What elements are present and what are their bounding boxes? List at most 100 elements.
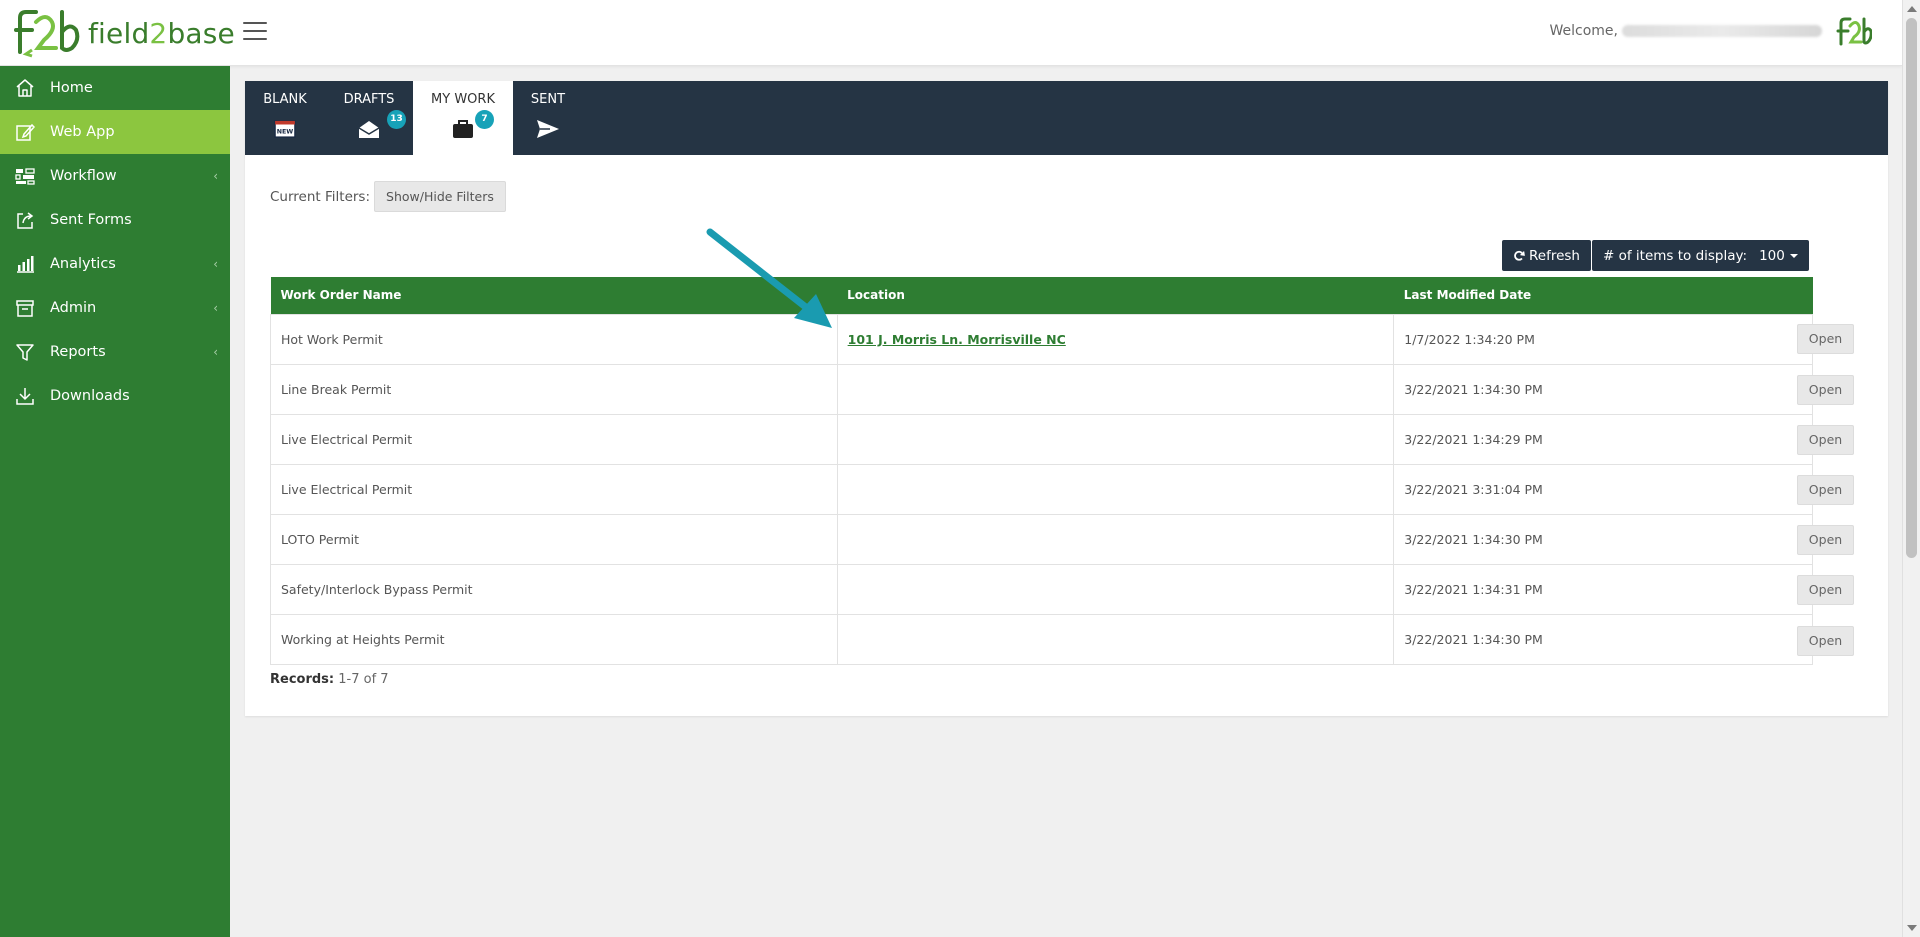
table-row[interactable]: Live Electrical Permit 3/22/2021 1:34:29… <box>270 413 1813 465</box>
f2b-logo-icon <box>14 10 80 58</box>
open-button[interactable]: Open <box>1797 525 1854 555</box>
hamburger-menu-icon[interactable] <box>243 22 267 42</box>
work-order-name-cell: LOTO Permit <box>270 513 838 565</box>
location-cell <box>836 363 1395 415</box>
open-button[interactable]: Open <box>1797 425 1854 455</box>
refresh-button[interactable]: Refresh <box>1502 240 1591 271</box>
sidebar-item-label: Web App <box>50 124 115 140</box>
f2b-mini-logo-icon[interactable] <box>1836 16 1872 48</box>
records-label: Records: <box>270 672 335 687</box>
sidebar-item-label: Admin <box>50 300 97 316</box>
edit-icon <box>14 121 36 143</box>
sidebar-item-admin[interactable]: Admin ‹ <box>0 286 230 330</box>
items-to-display-value: 100 <box>1759 247 1785 264</box>
sidebar-item-reports[interactable]: Reports ‹ <box>0 330 230 374</box>
sidebar: Home Web App Workflow ‹ Sent Forms Analy… <box>0 66 230 937</box>
table-row[interactable]: Safety/Interlock Bypass Permit 3/22/2021… <box>270 563 1813 615</box>
chevron-left-icon: ‹ <box>213 169 218 183</box>
tab-blank[interactable]: BLANK NEW <box>245 81 325 155</box>
scrollbar-thumb[interactable] <box>1906 18 1917 558</box>
tab-my-work[interactable]: MY WORK 7 <box>413 81 513 155</box>
sidebar-item-home[interactable]: Home <box>0 66 230 110</box>
send-icon <box>537 120 559 138</box>
open-button[interactable]: Open <box>1797 575 1854 605</box>
work-order-name-cell: Line Break Permit <box>270 363 838 415</box>
column-header-last-modified-date[interactable]: Last Modified Date <box>1393 277 1813 314</box>
welcome-label: Welcome, <box>1549 23 1619 39</box>
new-form-icon: NEW <box>274 120 296 138</box>
tab-bar: BLANK NEW DRAFTS 13 MY WORK 7 SENT <box>245 81 1888 155</box>
column-header-work-order-name[interactable]: Work Order Name <box>270 277 838 314</box>
location-cell <box>836 513 1395 565</box>
sidebar-item-label: Workflow <box>50 168 117 184</box>
last-modified-cell: 3/22/2021 3:31:04 PM <box>1393 463 1813 515</box>
share-icon <box>14 209 36 231</box>
archive-icon <box>14 297 36 319</box>
items-to-display-dropdown[interactable]: # of items to display: 100 <box>1592 240 1809 271</box>
scroll-up-arrow-icon[interactable] <box>1907 6 1917 12</box>
last-modified-cell: 3/22/2021 1:34:29 PM <box>1393 413 1813 465</box>
tab-blank-label: BLANK <box>263 92 307 107</box>
brand-name: field2base <box>88 16 235 50</box>
sidebar-item-label: Analytics <box>50 256 116 272</box>
work-order-name-cell: Live Electrical Permit <box>270 413 838 465</box>
refresh-label: Refresh <box>1529 247 1580 264</box>
location-link[interactable]: 101 J. Morris Ln. Morrisville NC <box>848 332 1066 347</box>
items-to-display-label: # of items to display: <box>1603 247 1748 264</box>
tab-my-work-label: MY WORK <box>431 92 495 107</box>
workflow-icon <box>14 165 36 187</box>
sidebar-item-workflow[interactable]: Workflow ‹ <box>0 154 230 198</box>
work-order-name-cell: Working at Heights Permit <box>270 613 838 665</box>
briefcase-icon <box>453 120 473 138</box>
open-button[interactable]: Open <box>1797 375 1854 405</box>
table-row[interactable]: Working at Heights Permit 3/22/2021 1:34… <box>270 613 1813 665</box>
brand-logo[interactable]: field2base <box>12 8 235 58</box>
open-button[interactable]: Open <box>1797 475 1854 505</box>
table-header-row: Work Order Name Location Last Modified D… <box>270 277 1813 314</box>
show-hide-filters-button[interactable]: Show/Hide Filters <box>374 181 506 212</box>
sidebar-item-analytics[interactable]: Analytics ‹ <box>0 242 230 286</box>
table-row[interactable]: Line Break Permit 3/22/2021 1:34:30 PM <box>270 363 1813 415</box>
sidebar-item-label: Downloads <box>50 388 130 404</box>
last-modified-cell: 3/22/2021 1:34:30 PM <box>1393 513 1813 565</box>
scroll-down-arrow-icon[interactable] <box>1907 925 1917 931</box>
blurred-user-email <box>1622 25 1822 37</box>
last-modified-cell: 3/22/2021 1:34:30 PM <box>1393 613 1813 665</box>
open-button[interactable]: Open <box>1797 626 1854 656</box>
work-order-name-cell: Hot Work Permit <box>270 313 838 365</box>
column-header-location[interactable]: Location <box>837 277 1394 314</box>
tab-sent-label: SENT <box>530 92 566 107</box>
location-cell: 101 J. Morris Ln. Morrisville NC <box>836 313 1395 365</box>
table-row[interactable]: Hot Work Permit 101 J. Morris Ln. Morris… <box>270 313 1813 365</box>
open-button[interactable]: Open <box>1797 324 1854 354</box>
svg-text:NEW: NEW <box>277 129 294 136</box>
last-modified-cell: 3/22/2021 1:34:30 PM <box>1393 363 1813 415</box>
home-icon <box>14 77 36 99</box>
last-modified-cell: 1/7/2022 1:34:20 PM <box>1393 313 1813 365</box>
tab-sent[interactable]: SENT <box>513 81 583 155</box>
table-row[interactable]: Live Electrical Permit 3/22/2021 3:31:04… <box>270 463 1813 515</box>
refresh-icon <box>1514 250 1525 261</box>
my-work-count-badge: 7 <box>475 110 494 129</box>
sidebar-item-sent-forms[interactable]: Sent Forms <box>0 198 230 242</box>
welcome-text: Welcome, <box>1549 23 1822 39</box>
location-cell <box>836 563 1395 615</box>
page-scrollbar[interactable] <box>1902 0 1920 937</box>
envelope-open-icon <box>358 121 380 138</box>
caret-down-icon <box>1789 253 1798 258</box>
records-value: 1-7 of 7 <box>338 672 389 687</box>
last-modified-cell: 3/22/2021 1:34:31 PM <box>1393 563 1813 615</box>
work-orders-table: Work Order Name Location Last Modified D… <box>270 277 1813 665</box>
records-summary: Records: 1-7 of 7 <box>270 672 389 687</box>
sidebar-item-label: Home <box>50 80 93 96</box>
sidebar-item-downloads[interactable]: Downloads <box>0 374 230 418</box>
sidebar-item-web-app[interactable]: Web App <box>0 110 230 154</box>
sidebar-item-label: Sent Forms <box>50 212 132 228</box>
location-cell <box>836 613 1395 665</box>
top-header: field2base Welcome, <box>0 0 1902 66</box>
tab-drafts[interactable]: DRAFTS 13 <box>325 81 413 155</box>
work-order-name-cell: Safety/Interlock Bypass Permit <box>270 563 838 615</box>
table-row[interactable]: LOTO Permit 3/22/2021 1:34:30 PM <box>270 513 1813 565</box>
chevron-left-icon: ‹ <box>213 345 218 359</box>
drafts-count-badge: 13 <box>387 110 406 129</box>
